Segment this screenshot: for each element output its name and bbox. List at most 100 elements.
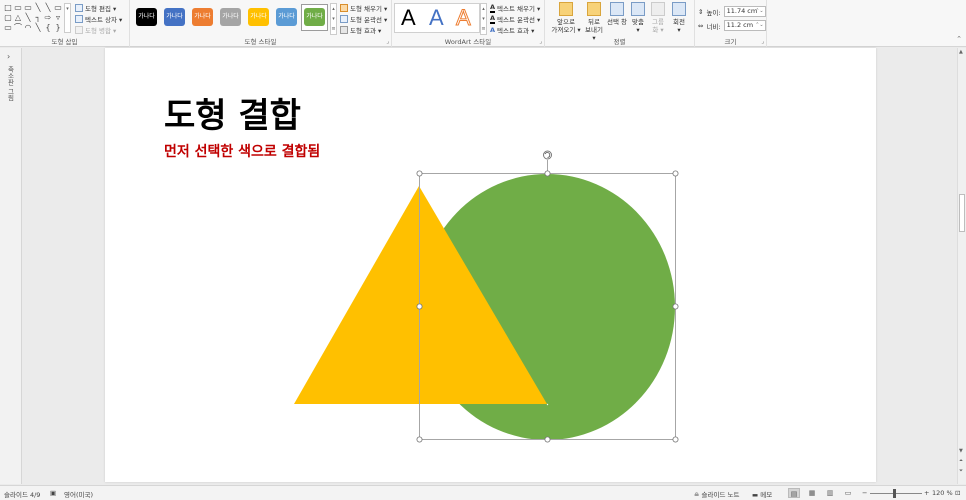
shape-gallery-item[interactable]: ╲ xyxy=(33,23,43,33)
edit-shape-icon xyxy=(75,4,83,12)
shape-gallery-item[interactable]: { xyxy=(43,23,53,33)
shape-gallery-item[interactable]: ▢ xyxy=(3,13,13,23)
shape-gallery-item[interactable]: ▿ xyxy=(53,13,63,23)
wordart-style-orange-outline[interactable]: A xyxy=(456,5,472,31)
shape-gallery-scroll[interactable]: ▾ xyxy=(64,3,71,33)
shape-gallery: □ ▭ ▭ ╲ ╲ ▭ ▢ △ ╲ ┐ ⇨ ▿ ▭ ⌒ ◠ ╲{} xyxy=(3,3,65,33)
shape-style-swatch[interactable]: 가나다 xyxy=(164,8,185,26)
rotate-button[interactable]: 회전 ▾ xyxy=(670,2,688,34)
shape-effects-button[interactable]: 도형 효과 ▾ xyxy=(340,25,381,35)
shape-gallery-item[interactable]: ╲ xyxy=(33,3,43,13)
shape-style-swatch[interactable]: 가나다 xyxy=(304,8,325,26)
fit-to-window-icon[interactable]: ⊡ xyxy=(955,489,960,497)
resize-handle-s[interactable] xyxy=(544,436,551,443)
shape-style-swatch[interactable]: 가나다 xyxy=(220,8,241,26)
collapse-ribbon-icon[interactable]: ⌃ xyxy=(956,35,962,43)
resize-handle-nw[interactable] xyxy=(416,170,423,177)
spell-check-icon[interactable]: ▣ xyxy=(50,489,56,497)
group-label-arrange: 정렬 xyxy=(613,38,626,46)
shape-effects-icon xyxy=(340,26,348,34)
group-button[interactable]: 그룹 화 ▾ xyxy=(649,2,667,34)
shape-fill-button[interactable]: 도형 채우기 ▾ xyxy=(340,3,387,13)
rotate-icon xyxy=(672,2,686,16)
next-slide-icon[interactable]: ⏷ xyxy=(959,468,963,474)
scroll-down-icon[interactable]: ▼ xyxy=(959,448,963,454)
shape-styles-launcher-icon[interactable]: ⌟ xyxy=(386,38,389,45)
shape-seam xyxy=(546,403,549,406)
shape-gallery-item[interactable]: ⌒ xyxy=(13,23,23,33)
shape-style-swatch[interactable]: 가나다 xyxy=(276,8,297,26)
shape-gallery-item[interactable]: ┐ xyxy=(33,13,43,23)
expand-thumbnails-icon[interactable]: › xyxy=(7,52,10,61)
group-label-size: 크기 xyxy=(724,38,737,46)
selection-pane-button[interactable]: 선택 창 xyxy=(606,2,628,26)
zoom-level[interactable]: 120 % xyxy=(932,489,953,497)
zoom-slider-track[interactable] xyxy=(870,493,922,494)
normal-view-icon[interactable]: ▤ xyxy=(788,488,800,498)
shape-style-swatch[interactable]: 가나다 xyxy=(136,8,157,26)
merge-shapes-button[interactable]: 도형 병합 ▾ xyxy=(75,25,116,35)
shape-style-swatch[interactable]: 가나다 xyxy=(192,8,213,26)
shape-gallery-item[interactable]: ▭ xyxy=(3,23,13,33)
height-row: ⇕ 높이: 11.74 cm ⌃⌄ xyxy=(698,6,766,17)
zoom-out-button[interactable]: − xyxy=(862,489,867,497)
wordart-gallery-scroll[interactable]: ▴ ▾ ≡ xyxy=(480,3,487,35)
slide-sorter-view-icon[interactable]: ▦ xyxy=(806,488,818,498)
wordart-style-blue[interactable]: A xyxy=(429,5,444,31)
scrollbar-thumb[interactable] xyxy=(959,194,965,232)
comments-button[interactable]: ▬ 메모 xyxy=(752,489,772,499)
shape-gallery-item[interactable]: ╲ xyxy=(43,3,53,13)
slide-counter: 슬라이드 4/9 xyxy=(4,491,41,499)
zoom-slider-knob[interactable] xyxy=(893,489,896,498)
shape-gallery-item[interactable]: ▭ xyxy=(23,3,33,13)
shape-gallery-item[interactable]: ▭ xyxy=(13,3,23,13)
style-gallery-scroll[interactable]: ▴ ▾ ≡ xyxy=(330,3,337,35)
resize-handle-e[interactable] xyxy=(672,303,679,310)
size-launcher-icon[interactable]: ⌟ xyxy=(761,38,764,45)
wordart-style-plain[interactable]: A xyxy=(401,5,416,31)
bring-forward-button[interactable]: 앞으로 가져오기 ▾ xyxy=(549,2,583,34)
resize-handle-se[interactable] xyxy=(672,436,679,443)
text-box-button[interactable]: 텍스트 상자 ▾ xyxy=(75,14,122,24)
text-outline-button[interactable]: A 텍스트 윤곽선 ▾ xyxy=(490,14,540,24)
group-label-shape-styles: 도형 스타일 xyxy=(244,38,277,46)
height-icon: ⇕ xyxy=(698,7,704,16)
slideshow-view-icon[interactable]: ▭ xyxy=(842,488,854,498)
height-spinner-icon[interactable]: ⌃⌄ xyxy=(755,7,763,16)
text-effects-icon: A xyxy=(490,25,496,34)
edit-shape-button[interactable]: 도형 편집 ▾ xyxy=(75,3,116,13)
notes-button[interactable]: ≘ 슬라이드 노트 xyxy=(694,489,739,499)
rotate-handle-icon[interactable] xyxy=(543,150,552,160)
width-input[interactable]: 11.2 cm ⌃⌄ xyxy=(723,20,766,31)
language-indicator[interactable]: 영어(미국) xyxy=(64,489,93,499)
group-arrange: 앞으로 가져오기 ▾ 뒤로 보내기 ▾ 선택 창 맞춤 ▾ 그룹 화 ▾ 회전 … xyxy=(545,0,695,47)
shape-gallery-item[interactable]: } xyxy=(53,23,63,33)
width-spinner-icon[interactable]: ⌃⌄ xyxy=(755,21,763,30)
shape-gallery-item[interactable]: ◠ xyxy=(23,23,33,33)
previous-slide-icon[interactable]: ⏶ xyxy=(959,458,963,464)
shape-gallery-item[interactable]: △ xyxy=(13,13,23,23)
resize-handle-w[interactable] xyxy=(416,303,423,310)
zoom-in-button[interactable]: + xyxy=(924,489,929,497)
scroll-up-icon[interactable]: ▲ xyxy=(959,49,963,55)
shape-gallery-item[interactable]: □ xyxy=(3,3,13,13)
resize-handle-ne[interactable] xyxy=(672,170,679,177)
vertical-scrollbar[interactable]: ▲ ▼ ⏶ ⏷ xyxy=(957,48,966,484)
width-row: ⇔ 너비: 11.2 cm ⌃⌄ xyxy=(698,20,766,31)
wordart-launcher-icon[interactable]: ⌟ xyxy=(539,38,542,45)
shape-gallery-item[interactable]: ▭ xyxy=(53,3,63,13)
shape-style-swatch[interactable]: 가나다 xyxy=(248,8,269,26)
group-label-shape-insert: 도형 삽입 xyxy=(51,38,78,46)
thumbnail-panel-label[interactable]: 축소판 그림 xyxy=(5,66,15,101)
text-effects-button[interactable]: A 텍스트 효과 ▾ xyxy=(490,25,534,35)
text-fill-button[interactable]: A 텍스트 채우기 ▾ xyxy=(490,3,540,13)
shape-gallery-item[interactable]: ⇨ xyxy=(43,13,53,23)
shape-outline-button[interactable]: 도형 윤곽선 ▾ xyxy=(340,14,387,24)
slide-canvas[interactable]: 도형 결합 먼저 선택한 색으로 결합됨 xyxy=(105,48,876,482)
align-button[interactable]: 맞춤 ▾ xyxy=(629,2,647,34)
resize-handle-sw[interactable] xyxy=(416,436,423,443)
reading-view-icon[interactable]: ▥ xyxy=(824,488,836,498)
height-input[interactable]: 11.74 cm ⌃⌄ xyxy=(723,6,766,17)
resize-handle-n[interactable] xyxy=(544,170,551,177)
shape-gallery-item[interactable]: ╲ xyxy=(23,13,33,23)
